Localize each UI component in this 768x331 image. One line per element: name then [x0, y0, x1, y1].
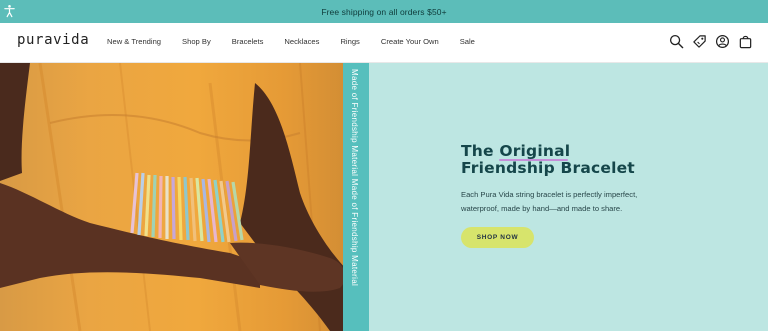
brand-logo[interactable]: puravida	[17, 32, 89, 48]
rewards-tag-icon[interactable]	[692, 34, 707, 49]
main-header: puravida New & Trending Shop By Bracelet…	[0, 23, 768, 63]
main-nav: New & Trending Shop By Bracelets Necklac…	[107, 37, 496, 46]
header-icons	[669, 34, 753, 49]
accessibility-icon[interactable]	[3, 4, 16, 18]
nav-item-create-your-own[interactable]: Create Your Own	[381, 37, 439, 46]
shop-now-button[interactable]: SHOP NOW	[461, 227, 534, 248]
headline-highlight: Original	[499, 142, 571, 160]
announcement-text: Free shipping on all orders $50+	[321, 6, 447, 17]
model-wearing-bracelets-image	[0, 63, 357, 331]
hero-headline: The Original Friendship Bracelet	[461, 143, 635, 177]
headline-prefix: The	[461, 142, 500, 160]
headline-line-2: Friendship Bracelet	[461, 159, 635, 177]
hero-text-panel: The Original Friendship Bracelet Each Pu…	[369, 63, 768, 331]
cart-bag-icon[interactable]	[738, 34, 753, 49]
search-icon[interactable]	[669, 34, 684, 49]
nav-item-new-trending[interactable]: New & Trending	[107, 37, 161, 46]
side-strip-text: Made of Friendship Material Made of Frie…	[350, 69, 359, 287]
announcement-bar: Free shipping on all orders $50+	[0, 0, 768, 23]
nav-item-rings[interactable]: Rings	[340, 37, 359, 46]
nav-item-bracelets[interactable]: Bracelets	[232, 37, 264, 46]
account-icon[interactable]	[715, 34, 730, 49]
hero-description: Each Pura Vida string bracelet is perfec…	[461, 190, 638, 213]
side-text-strip: Made of Friendship Material Made of Frie…	[343, 63, 369, 331]
nav-item-shop-by[interactable]: Shop By	[182, 37, 211, 46]
nav-item-sale[interactable]: Sale	[460, 37, 475, 46]
hero-banner: Made of Friendship Material Made of Frie…	[0, 63, 768, 331]
nav-item-necklaces[interactable]: Necklaces	[284, 37, 319, 46]
hero-photo	[0, 63, 357, 331]
